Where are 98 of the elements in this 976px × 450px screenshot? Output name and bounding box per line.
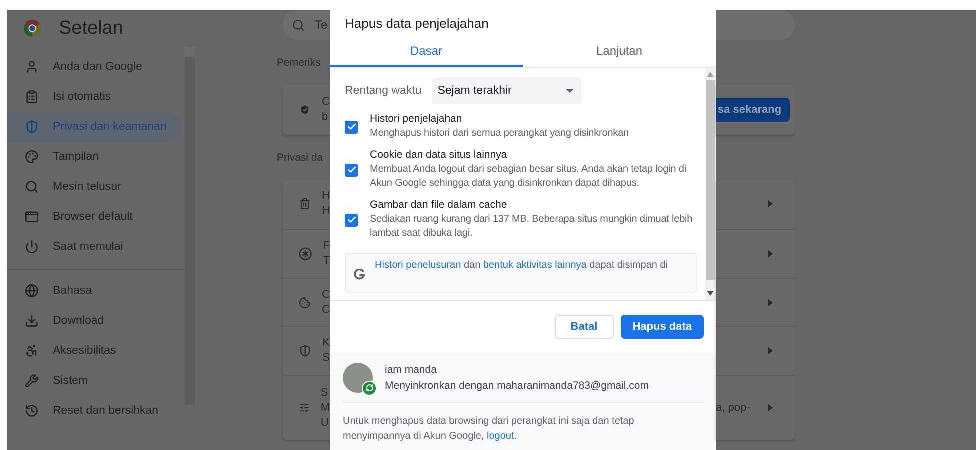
row-text: K xyxy=(322,337,330,350)
row-text: F xyxy=(323,240,330,253)
sidebar-item-icon xyxy=(25,404,39,418)
row-text: H xyxy=(322,190,330,204)
sidebar-item-icon xyxy=(25,60,39,74)
sidebar-item[interactable]: Bahasa xyxy=(7,276,182,306)
dropdown-caret-icon xyxy=(566,89,574,93)
cancel-button[interactable]: Batal xyxy=(554,315,614,339)
sidebar-item-icon xyxy=(25,180,39,194)
account-name: iam manda xyxy=(385,364,438,376)
row-text: T xyxy=(323,254,330,268)
sidebar-item-icon xyxy=(25,120,39,134)
sidebar-item-icon xyxy=(25,210,39,224)
sidebar-item-icon xyxy=(25,284,39,298)
card-text: C xyxy=(322,96,330,109)
sidebar-item[interactable]: Download xyxy=(7,306,182,336)
sidebar-item-label: Aksesibilitas xyxy=(53,345,116,357)
notice-link[interactable]: bentuk aktivitas lainnya xyxy=(483,260,587,271)
sidebar-item[interactable]: Browser default xyxy=(7,202,182,232)
arrow-right-icon[interactable] xyxy=(768,250,773,258)
sidebar-item-icon xyxy=(25,90,39,104)
sidebar-item[interactable]: Sistem xyxy=(7,366,182,396)
row-text: U xyxy=(320,416,330,430)
section-heading: Privasi da xyxy=(277,152,324,166)
tab[interactable]: Dasar xyxy=(330,37,523,67)
shield-check-icon xyxy=(299,103,312,117)
sidebar-item-label: Download xyxy=(53,315,104,327)
scrollbar[interactable] xyxy=(705,68,716,300)
tab[interactable]: Lanjutan xyxy=(523,37,716,67)
row-icon xyxy=(299,296,312,310)
sidebar-item-icon xyxy=(25,374,39,388)
row-icon xyxy=(299,344,312,358)
sidebar-item[interactable]: Anda dan Google xyxy=(7,52,182,82)
dialog-title: Hapus data penjelajahan xyxy=(344,15,490,33)
row-text: a, pop- xyxy=(716,402,750,414)
checkbox[interactable] xyxy=(345,164,358,176)
chrome-logo-icon xyxy=(24,20,41,37)
sync-status: Menyinkronkan dengan maharanimanda783@gmail.com xyxy=(385,380,649,392)
time-range-label: Rentang waktu xyxy=(345,85,422,97)
check-now-button[interactable]: sa sekarang xyxy=(716,98,790,122)
sidebar-item-label: Mesin telusur xyxy=(53,181,122,193)
row-text: C xyxy=(322,304,330,317)
sidebar-item[interactable]: Saat memulai xyxy=(7,232,182,262)
sidebar-item-label: Bahasa xyxy=(53,285,92,297)
sidebar-item-label: Isi otomatis xyxy=(53,91,112,103)
sidebar-item[interactable]: Privasi dan keamanan xyxy=(7,112,182,142)
scroll-up-arrow-icon[interactable] xyxy=(707,72,714,77)
sidebar-item-icon xyxy=(25,314,39,328)
sidebar-item-label: Browser default xyxy=(53,211,133,223)
clear-data-button[interactable]: Hapus data xyxy=(620,315,704,339)
sidebar-item-label: Saat memulai xyxy=(53,241,124,253)
arrow-right-icon[interactable] xyxy=(768,404,773,412)
row-text: C xyxy=(322,288,330,302)
card-text: b xyxy=(322,111,330,124)
option-title: Gambar dan file dalam cache xyxy=(370,199,508,211)
footer-note: Untuk menghapus data browsing dari perangkat ini saja dan tetap menyimpannya di Akun Google, logout. xyxy=(343,415,636,444)
sidebar-item-label: Sistem xyxy=(53,375,88,387)
section-heading: Pemeriks xyxy=(277,57,321,71)
sidebar-item[interactable]: Mesin telusur xyxy=(7,172,182,202)
sidebar-item[interactable]: Isi otomatis xyxy=(7,82,182,112)
sidebar-item-label: Privasi dan keamanan xyxy=(53,121,167,133)
sidebar-item-icon xyxy=(25,240,39,254)
google-g-icon xyxy=(354,269,365,280)
sidebar-item-icon xyxy=(25,344,39,358)
row-text: S xyxy=(322,352,330,366)
search-icon xyxy=(292,18,305,32)
arrow-right-icon[interactable] xyxy=(768,298,773,307)
sidebar-item-icon xyxy=(25,150,39,164)
arrow-right-icon[interactable] xyxy=(768,200,773,208)
app-title: Setelan xyxy=(59,18,124,40)
logout-link[interactable]: logout xyxy=(486,431,514,442)
asterisk-circle-icon xyxy=(299,246,312,261)
row-text: H xyxy=(322,205,330,218)
sidebar-item-label: Reset dan bersihkan xyxy=(53,405,158,417)
arrow-right-icon[interactable] xyxy=(768,347,773,356)
notice-link[interactable]: Histori penelusuran xyxy=(375,260,462,271)
notice-text: Histori penelusuran dan bentuk aktivitas lainnya dapat disimpan di xyxy=(375,260,668,273)
time-range-dropdown[interactable]: Sejam terakhir xyxy=(432,78,582,104)
scroll-down-arrow-icon[interactable] xyxy=(707,291,714,296)
row-icon xyxy=(299,401,310,416)
option-title: Cookie dan data situs lainnya xyxy=(370,149,508,161)
row-text: M xyxy=(320,402,330,415)
search-placeholder: Te xyxy=(315,18,328,32)
option-title: Histori penjelajahan xyxy=(370,113,464,125)
search-field[interactable]: Te xyxy=(283,10,330,40)
checkbox[interactable] xyxy=(345,214,358,226)
sync-badge-icon xyxy=(362,380,377,396)
row-icon xyxy=(299,197,312,212)
sidebar-item-label: Tampilan xyxy=(53,151,100,163)
option-description: Menghapus histori dari semua perangkat yang disinkronkan xyxy=(370,127,630,141)
checkbox[interactable] xyxy=(345,120,358,134)
row-text: S xyxy=(320,386,330,400)
sidebar-item[interactable]: Reset dan bersihkan xyxy=(7,396,182,426)
sidebar-item[interactable]: Aksesibilitas xyxy=(7,336,182,366)
option-description: Sediakan ruang kurang dari 137 MB. Beberapa situs mungkin dimuat lebih lambat saat dibuka lagi. xyxy=(370,213,694,241)
sidebar-item-label: Anda dan Google xyxy=(53,61,143,73)
sidebar-item[interactable]: Tampilan xyxy=(7,142,182,172)
option-description: Membuat Anda logout dari sebagian besar situs. Anda akan tetap login di Akun Google sehingga data yang disinkronkan dapat dihapus. xyxy=(370,163,688,191)
